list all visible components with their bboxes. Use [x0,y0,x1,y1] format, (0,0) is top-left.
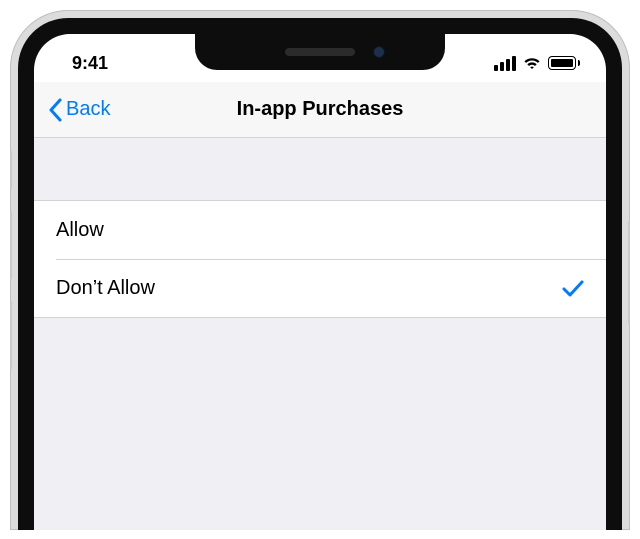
cellular-signal-icon [494,56,516,71]
status-indicators [494,56,580,71]
silence-switch [10,150,12,190]
option-label: Allow [56,219,104,242]
back-label: Back [66,98,110,121]
volume-up-button [10,210,12,280]
back-button[interactable]: Back [48,98,110,122]
volume-down-button [10,300,12,370]
power-button [628,220,630,325]
section-spacer [34,138,606,200]
front-camera [373,46,385,58]
screen: 9:41 [34,34,606,530]
checkmark-icon [562,280,584,298]
device-frame: 9:41 [10,10,630,530]
status-time: 9:41 [72,53,108,74]
device-bezel: 9:41 [18,18,622,530]
option-dont-allow[interactable]: Don’t Allow [56,259,606,317]
content-area: Allow Don’t Allow [34,138,606,530]
notch [195,34,445,70]
speaker-grille [285,48,355,56]
chevron-left-icon [48,98,62,122]
navigation-bar: Back In-app Purchases [34,82,606,138]
page-title: In-app Purchases [237,98,404,121]
wifi-icon [522,56,542,70]
option-group: Allow Don’t Allow [34,200,606,318]
option-allow[interactable]: Allow [34,201,606,259]
battery-icon [548,56,580,70]
option-label: Don’t Allow [56,277,155,300]
